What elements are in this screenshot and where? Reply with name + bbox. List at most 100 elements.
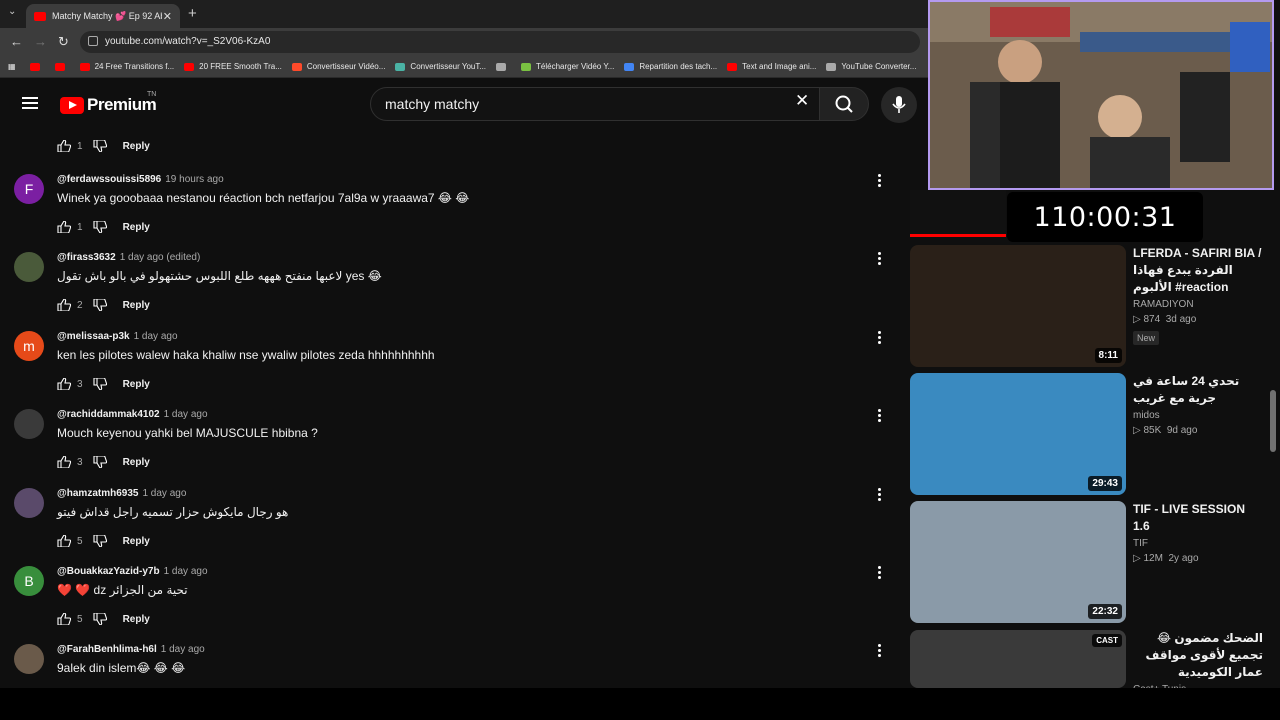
like-count: 3 [77, 456, 83, 468]
dislike-icon[interactable] [93, 140, 107, 152]
bookmark-item[interactable]: Convertisseur Vidéo... [291, 62, 385, 71]
video-title[interactable]: الضحك مضمون 😂 تجميع لأقوى مواقف عمار الك… [1133, 630, 1264, 681]
video-title[interactable]: TIF - LIVE SESSION 1.6 [1133, 501, 1263, 535]
bookmark-favicon-icon [291, 62, 302, 71]
bookmark-item[interactable] [496, 62, 511, 71]
view-count: 12M [1143, 553, 1163, 564]
dislike-icon[interactable] [93, 456, 107, 468]
reply-button[interactable]: Reply [123, 379, 150, 390]
clear-search-icon[interactable]: ✕ [795, 91, 809, 111]
like-icon[interactable] [57, 299, 71, 311]
like-icon[interactable] [57, 535, 71, 547]
video-title[interactable]: تحدي 24 ساعة في جرية مع غريب [1133, 373, 1263, 407]
comment-author[interactable]: @melissaa-p3k [57, 331, 130, 342]
comment-author[interactable]: @rachiddammak4102 [57, 409, 160, 420]
comment-author[interactable]: @hamzatmh6935 [57, 488, 138, 499]
reply-button[interactable]: Reply [123, 536, 150, 547]
comment-header: @rachiddammak4102 1 day ago [57, 409, 208, 420]
bookmark-item[interactable] [29, 62, 45, 71]
dislike-icon[interactable] [93, 221, 107, 233]
comment-author[interactable]: @BouakkazYazid-y7b [57, 566, 160, 577]
comment-time[interactable]: 1 day ago [134, 331, 178, 342]
address-bar[interactable]: youtube.com/watch?v=_S2V06-KzA0 [80, 31, 920, 53]
bookmark-item[interactable]: 24 Free Transitions f... [79, 62, 174, 71]
video-thumbnail[interactable]: CAST [910, 630, 1126, 688]
view-count: 874 [1143, 314, 1161, 325]
reply-button[interactable]: Reply [123, 300, 150, 311]
more-actions-icon[interactable] [877, 174, 883, 188]
video-thumbnail[interactable]: 8:11 [910, 245, 1126, 367]
video-info: LFERDA - SAFIRI BIA / الفردة يبدع فهاذا … [1133, 245, 1263, 346]
comment-time[interactable]: 1 day ago (edited) [120, 252, 201, 263]
comment-author[interactable]: @firass3632 [57, 252, 116, 263]
channel-name[interactable]: RAMADIYON [1133, 299, 1263, 310]
site-info-icon[interactable] [88, 36, 98, 46]
menu-icon[interactable] [22, 97, 38, 109]
like-icon[interactable] [57, 456, 71, 468]
mini-player[interactable] [910, 190, 1006, 236]
more-actions-icon[interactable] [877, 252, 883, 266]
video-thumbnail[interactable]: 29:43 [910, 373, 1126, 495]
bookmark-item[interactable]: 20 FREE Smooth Tra... [184, 62, 282, 71]
tab-close-icon[interactable]: ✕ [163, 10, 172, 23]
search-input[interactable]: matchy matchy [370, 87, 820, 121]
browser-tab-active[interactable]: Matchy Matchy 💕 Ep 92 Abir ✕ [26, 4, 180, 28]
avatar[interactable]: B [14, 566, 44, 596]
bookmark-item[interactable]: Text and Image ani... [727, 62, 816, 71]
more-actions-icon[interactable] [877, 331, 883, 345]
video-thumbnail[interactable]: 22:32 [910, 501, 1126, 623]
comment-time[interactable]: 1 day ago [161, 644, 205, 655]
bookmark-item[interactable]: Télécharger Vidéo Y... [521, 62, 614, 71]
like-icon[interactable] [57, 613, 71, 625]
page-scrollbar[interactable] [1270, 390, 1276, 452]
back-icon[interactable]: ← [10, 34, 23, 49]
reply-button[interactable]: Reply [123, 457, 150, 468]
webcam-image [930, 2, 1272, 188]
more-actions-icon[interactable] [877, 566, 883, 580]
channel-name[interactable]: TIF [1133, 538, 1263, 549]
comment-text: هو رجال مايكوش حزار تسميه راجل قداش فيتو [57, 505, 289, 519]
avatar[interactable]: m [14, 331, 44, 361]
forward-icon[interactable]: → [34, 34, 47, 49]
youtube-logo[interactable]: Premium TN [60, 91, 157, 115]
avatar[interactable] [14, 409, 44, 439]
reply-button[interactable]: Reply [123, 141, 150, 152]
like-icon[interactable] [57, 221, 71, 233]
bookmark-item[interactable]: Convertisseur YouT... [395, 62, 486, 71]
comment-time[interactable]: 1 day ago [142, 488, 186, 499]
comment-time[interactable]: 1 day ago [164, 566, 208, 577]
search-button[interactable] [819, 87, 869, 121]
reply-button[interactable]: Reply [123, 614, 150, 625]
avatar[interactable] [14, 252, 44, 282]
comment-author[interactable]: @FarahBenhlima-h6l [57, 644, 157, 655]
bookmark-item[interactable]: YouTube Converter... [826, 62, 916, 71]
comment-actions: 5 Reply [57, 613, 150, 625]
channel-name[interactable]: midos [1133, 410, 1263, 421]
like-icon[interactable] [57, 140, 71, 152]
dislike-icon[interactable] [93, 535, 107, 547]
comment-item: m @melissaa-p3k 1 day ago ken les pilotes w… [0, 331, 900, 409]
comment-text: Winek ya gooobaaa nestanou réaction bch … [57, 191, 470, 205]
bookmark-item[interactable]: Repartition des tach... [624, 62, 717, 71]
more-actions-icon[interactable] [877, 409, 883, 423]
comment-author[interactable]: @ferdawssouissi5896 [57, 174, 161, 185]
apps-icon[interactable]: ▦ [8, 62, 16, 71]
comment-time[interactable]: 1 day ago [164, 409, 208, 420]
new-tab-icon[interactable]: + [188, 5, 197, 22]
avatar[interactable] [14, 488, 44, 518]
video-title[interactable]: LFERDA - SAFIRI BIA / الفردة يبدع فهاذا … [1133, 245, 1263, 296]
avatar[interactable] [14, 644, 44, 674]
like-icon[interactable] [57, 378, 71, 390]
more-actions-icon[interactable] [877, 488, 883, 502]
dislike-icon[interactable] [93, 299, 107, 311]
bookmark-item[interactable] [54, 62, 70, 71]
comment-time[interactable]: 19 hours ago [165, 174, 223, 185]
reload-icon[interactable]: ↻ [58, 34, 69, 50]
dislike-icon[interactable] [93, 613, 107, 625]
reply-button[interactable]: Reply [123, 222, 150, 233]
avatar[interactable]: F [14, 174, 44, 204]
video-duration: 22:32 [1088, 604, 1122, 619]
more-actions-icon[interactable] [877, 644, 883, 658]
tab-search-icon[interactable]: ⌄ [8, 6, 16, 17]
dislike-icon[interactable] [93, 378, 107, 390]
